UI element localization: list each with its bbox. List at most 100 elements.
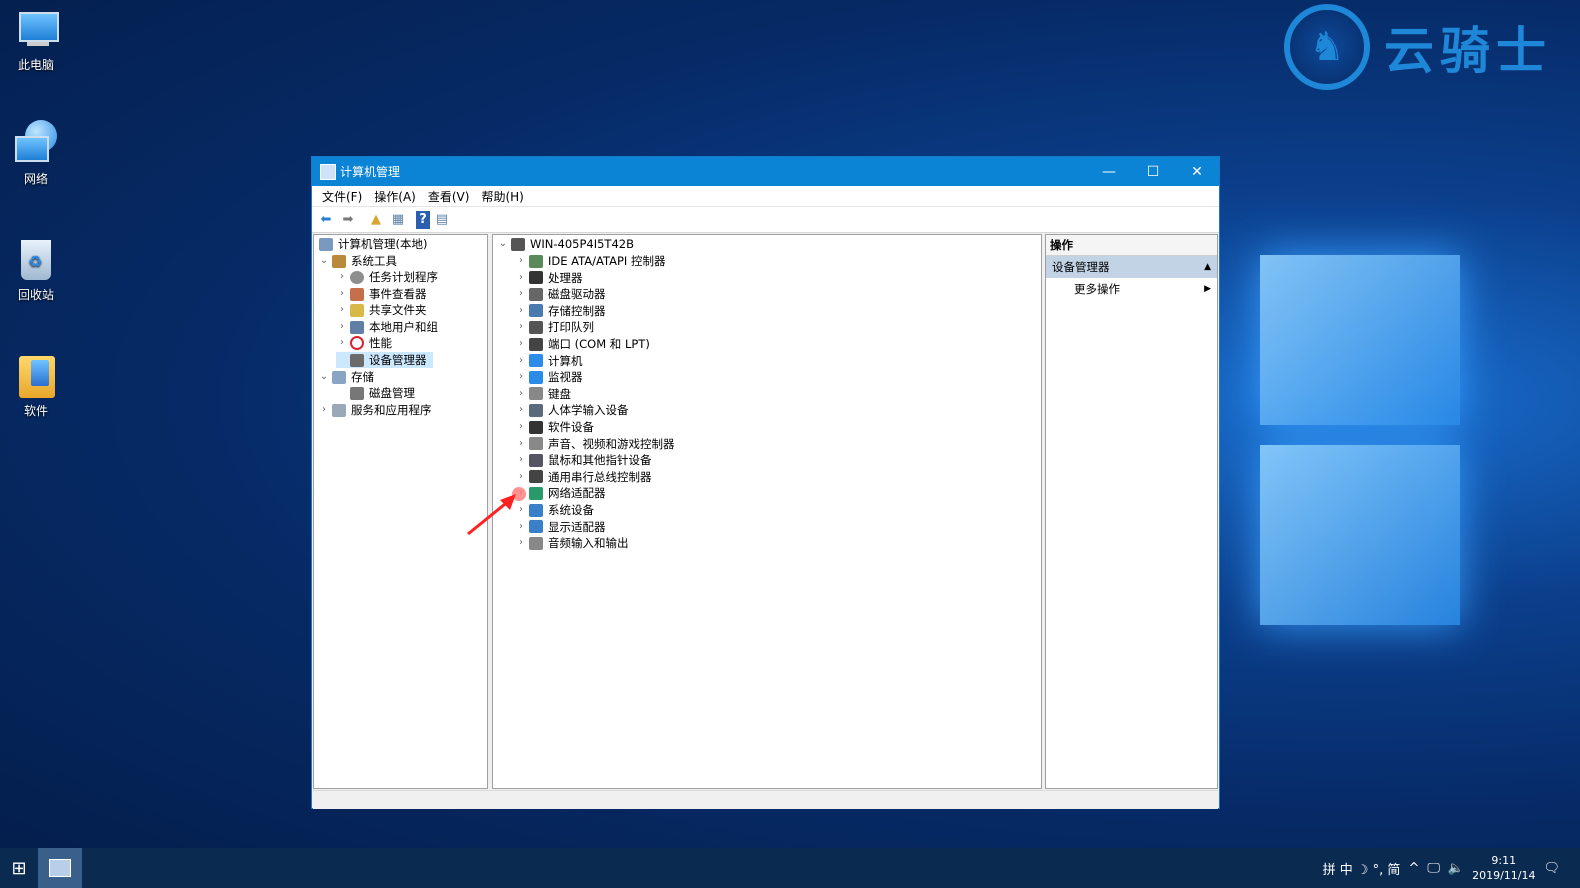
title-bar[interactable]: 计算机管理 — ☐ ✕: [312, 157, 1219, 186]
menu-help[interactable]: 帮助(H): [475, 188, 529, 205]
close-button[interactable]: ✕: [1175, 157, 1219, 186]
chevron-right-icon[interactable]: ›: [515, 436, 527, 452]
tree-item-services-applications[interactable]: › 服务和应用程序: [318, 402, 432, 418]
device-category[interactable]: › 端口 (COM 和 LPT): [515, 336, 650, 352]
device-category-label: 鼠标和其他指针设备: [548, 453, 652, 468]
device-category-icon: [529, 403, 543, 417]
chevron-right-icon[interactable]: ›: [515, 402, 527, 418]
windows-logo-wallpaper: [1230, 255, 1460, 635]
chevron-right-icon[interactable]: ›: [515, 452, 527, 468]
tree-item-label: 设备管理器: [369, 353, 427, 367]
help-icon[interactable]: ?: [416, 210, 430, 229]
ime-indicator[interactable]: 拼 中 ☽ °, 简: [1323, 859, 1401, 878]
device-category[interactable]: ›网络适配器: [515, 485, 606, 501]
chevron-right-icon[interactable]: ›: [515, 303, 527, 319]
tree-item-label: 计算机管理(本地): [338, 237, 428, 251]
maximize-button[interactable]: ☐: [1131, 157, 1175, 186]
chevron-down-icon[interactable]: ⌄: [318, 369, 330, 385]
minimize-button[interactable]: —: [1087, 157, 1131, 186]
desktop-icon-software[interactable]: 软件: [5, 352, 67, 419]
device-category-label: 键盘: [548, 386, 571, 401]
chevron-down-icon[interactable]: ⌄: [318, 253, 330, 269]
menu-file[interactable]: 文件(F): [316, 188, 368, 205]
device-category[interactable]: › 存储控制器: [515, 303, 606, 319]
device-category[interactable]: › 系统设备: [515, 502, 594, 518]
action-group-device-manager[interactable]: 设备管理器 ▲: [1046, 256, 1217, 278]
tree-item-label: 性能: [369, 336, 392, 350]
system-tray: 拼 中 ☽ °, 简 ^ 🖵 🔈 9:11 2019/11/14 🗨: [1323, 848, 1560, 888]
chevron-right-icon[interactable]: ›: [336, 302, 348, 318]
menu-view[interactable]: 查看(V): [422, 188, 476, 205]
device-category[interactable]: › 键盘: [515, 386, 571, 402]
chevron-right-icon[interactable]: ›: [336, 335, 348, 351]
taskbar-app-computer-management[interactable]: [38, 848, 82, 888]
tree-item-label: 事件查看器: [369, 287, 427, 301]
chevron-right-icon[interactable]: ›: [336, 319, 348, 335]
chevron-right-icon[interactable]: ›: [515, 270, 527, 286]
tree-item-label: 服务和应用程序: [351, 403, 432, 417]
menu-action[interactable]: 操作(A): [368, 188, 422, 205]
network-icon[interactable]: 🖵: [1427, 861, 1440, 876]
show-hide-action-pane-icon[interactable]: ▤: [432, 211, 452, 229]
show-hide-tree-icon[interactable]: ▦: [388, 211, 408, 229]
computer-icon: [13, 6, 59, 52]
tree-item-performance[interactable]: › 性能: [336, 335, 392, 351]
up-folder-icon[interactable]: ▲: [366, 211, 386, 229]
more-actions[interactable]: 更多操作 ▶: [1046, 278, 1217, 300]
chevron-right-icon[interactable]: ›: [515, 336, 527, 352]
device-category[interactable]: › 磁盘驱动器: [515, 286, 606, 302]
volume-icon[interactable]: 🔈: [1448, 861, 1464, 876]
tree-item-task-scheduler[interactable]: › 任务计划程序: [336, 269, 438, 285]
desktop-icon-recycle-bin[interactable]: ♻ 回收站: [5, 236, 67, 303]
device-category[interactable]: › 音频输入和输出: [515, 535, 629, 551]
chevron-right-icon[interactable]: ›: [515, 353, 527, 369]
device-category[interactable]: › IDE ATA/ATAPI 控制器: [515, 253, 665, 269]
start-windows-icon[interactable]: ⊞: [0, 848, 38, 888]
chevron-right-icon[interactable]: ›: [515, 419, 527, 435]
device-category[interactable]: › 显示适配器: [515, 519, 606, 535]
chevron-right-icon[interactable]: ›: [515, 369, 527, 385]
device-category[interactable]: › 监视器: [515, 369, 583, 385]
desktop-icon-label: 回收站: [17, 288, 54, 302]
chevron-right-icon[interactable]: ›: [515, 319, 527, 335]
tree-item-system-tools[interactable]: ⌄ 系统工具: [318, 253, 397, 269]
chevron-right-icon[interactable]: ›: [515, 286, 527, 302]
tree-item-device-manager[interactable]: 设备管理器: [336, 352, 433, 368]
tree-item-computer-management-local[interactable]: 计算机管理(本地): [317, 236, 427, 252]
device-category-icon: [529, 520, 543, 534]
event-viewer-icon: [350, 287, 364, 301]
chevron-right-icon[interactable]: ›: [318, 402, 330, 418]
device-category[interactable]: › 人体学输入设备: [515, 402, 629, 418]
tree-item-event-viewer[interactable]: › 事件查看器: [336, 286, 427, 302]
device-category[interactable]: › 鼠标和其他指针设备: [515, 452, 652, 468]
back-arrow-icon[interactable]: ⬅: [316, 211, 336, 229]
device-category[interactable]: › 软件设备: [515, 419, 594, 435]
device-category[interactable]: › 计算机: [515, 353, 583, 369]
chevron-right-icon[interactable]: ›: [515, 253, 527, 269]
chevron-right-icon[interactable]: ›: [515, 386, 527, 402]
tree-item-label: 存储: [351, 370, 374, 384]
chevron-down-icon[interactable]: ⌄: [497, 236, 509, 252]
device-tree-pane: ⌄ WIN-405P4I5T42B › IDE ATA/ATAPI 控制器 › 处理器…: [492, 234, 1042, 789]
tree-item-storage[interactable]: ⌄ 存储: [318, 369, 374, 385]
device-root[interactable]: ⌄ WIN-405P4I5T42B: [497, 236, 634, 252]
tools-icon: [332, 254, 346, 268]
device-category[interactable]: › 处理器: [515, 270, 583, 286]
device-category[interactable]: › 打印队列: [515, 319, 594, 335]
device-category[interactable]: › 声音、视频和游戏控制器: [515, 436, 675, 452]
desktop-icon-network[interactable]: 网络: [5, 120, 67, 187]
clock[interactable]: 9:11 2019/11/14: [1472, 853, 1535, 883]
chevron-right-icon[interactable]: ›: [336, 286, 348, 302]
forward-arrow-icon[interactable]: ➡: [338, 211, 358, 229]
tree-item-shared-folders[interactable]: › 共享文件夹: [336, 302, 427, 318]
device-category-label: 通用串行总线控制器: [548, 469, 652, 484]
chevron-up-icon[interactable]: ^: [1408, 861, 1419, 876]
collapse-up-icon[interactable]: ▲: [1204, 256, 1211, 278]
device-category[interactable]: › 通用串行总线控制器: [515, 469, 652, 485]
desktop-icon-this-pc[interactable]: 此电脑: [5, 6, 67, 73]
notification-icon[interactable]: 🗨: [1543, 861, 1560, 876]
chevron-right-icon[interactable]: ›: [515, 469, 527, 485]
tree-item-local-users-groups[interactable]: › 本地用户和组: [336, 319, 438, 335]
chevron-right-icon[interactable]: ›: [336, 269, 348, 285]
tree-item-disk-management[interactable]: 磁盘管理: [336, 385, 415, 401]
